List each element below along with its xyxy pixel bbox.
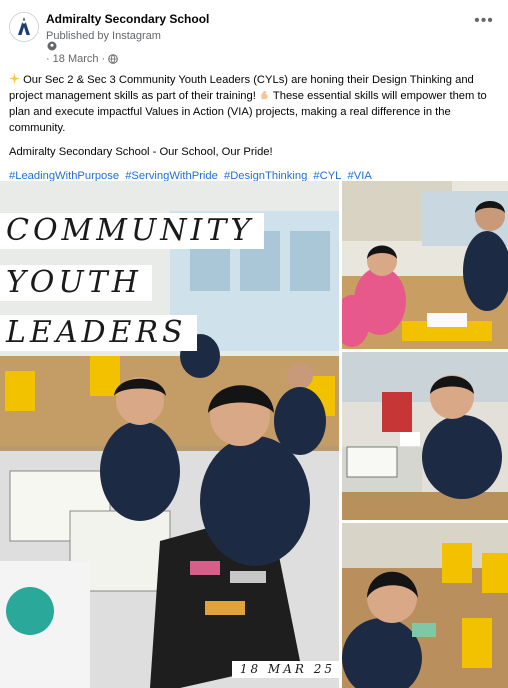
photo-bottom-right-image xyxy=(342,523,508,688)
banner-text-line-2: YOUTH xyxy=(0,265,152,301)
photo-grid: COMMUNITY YOUTH LEADERS 18 MAR 25 xyxy=(0,181,508,688)
post-paragraph-2: Admiralty Secondary School - Our School,… xyxy=(9,146,273,158)
photo-top-right[interactable] xyxy=(342,181,508,349)
photo-middle-right[interactable] xyxy=(342,352,508,520)
photo-date-stamp: 18 MAR 25 xyxy=(231,661,339,678)
banner-text-line-3: LEADERS xyxy=(0,315,197,351)
photo-main-image xyxy=(0,181,339,688)
post-meta: · 18 March · xyxy=(46,53,119,65)
photo-top-right-image xyxy=(342,181,508,349)
location-pin-icon xyxy=(47,41,57,51)
photo-bottom-right[interactable] xyxy=(342,523,508,688)
more-options-button[interactable]: ••• xyxy=(472,13,496,34)
sparkle-emoji-icon xyxy=(9,73,20,84)
school-crest-icon xyxy=(10,13,38,41)
separator-dot: · xyxy=(101,53,106,65)
post-timestamp[interactable]: 18 March xyxy=(53,53,99,65)
page-name-link[interactable]: Admiralty Secondary School xyxy=(46,12,209,26)
post-paragraph-1: Our Sec 2 & Sec 3 Community Youth Leader… xyxy=(9,72,499,136)
flexed-biceps-emoji-icon xyxy=(261,90,268,100)
photo-main[interactable]: COMMUNITY YOUTH LEADERS 18 MAR 25 xyxy=(0,181,339,688)
photo-middle-right-image xyxy=(342,352,508,520)
published-by-label: Published by Instagram xyxy=(46,30,161,42)
page-avatar[interactable] xyxy=(9,12,39,42)
banner-text-line-1: COMMUNITY xyxy=(0,213,265,249)
globe-icon[interactable] xyxy=(108,54,119,64)
separator-dot: · xyxy=(46,53,50,65)
post-header: Admiralty Secondary School Published by … xyxy=(0,0,508,65)
post-body: Our Sec 2 & Sec 3 Community Youth Leader… xyxy=(9,72,499,192)
